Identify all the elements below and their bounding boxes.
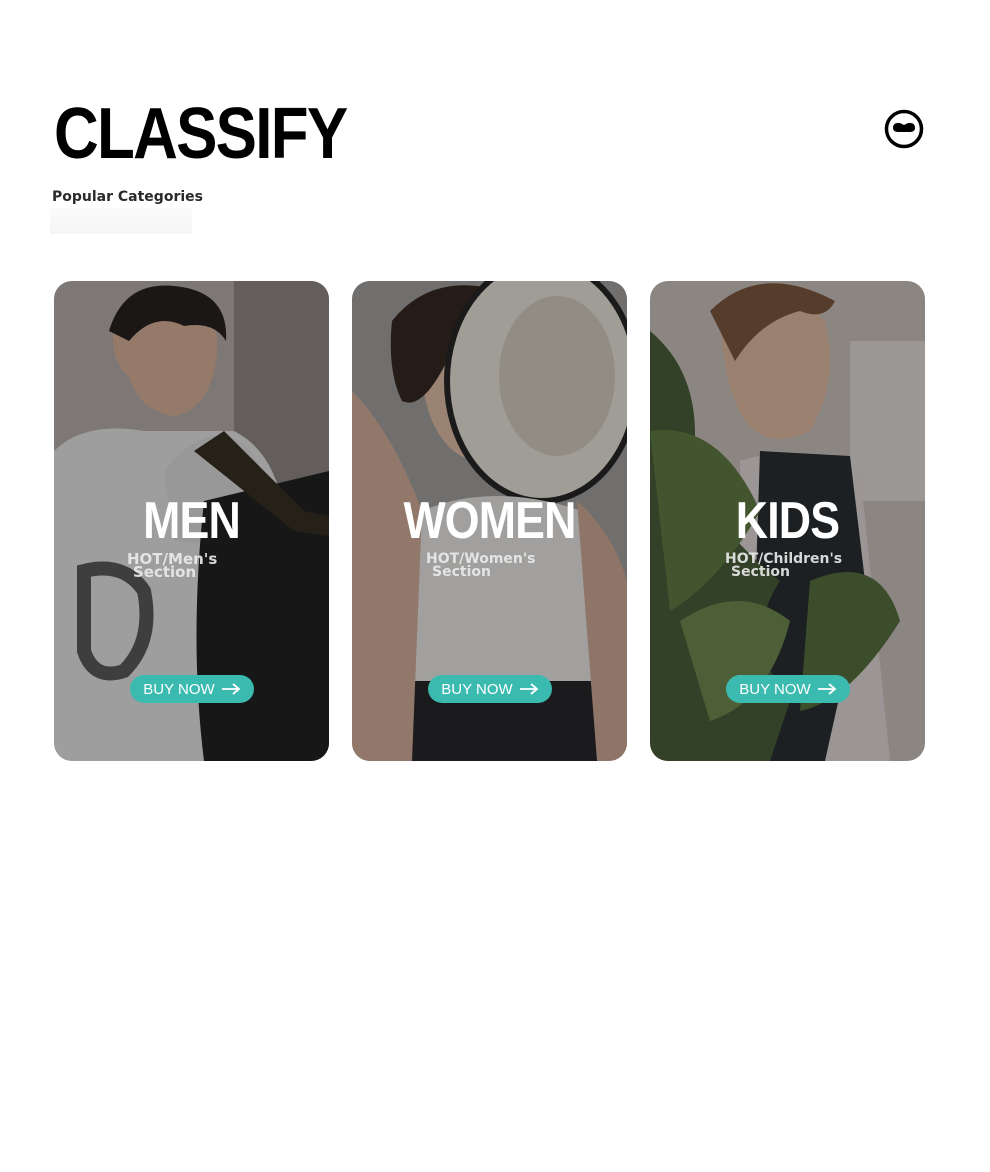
card-subtitle-women: HOT/Women's Section: [426, 552, 556, 580]
card-subtitle-men: HOT/Men's Section: [127, 552, 257, 581]
page-subtitle: Popular Categories: [52, 189, 203, 205]
buy-now-label: BUY NOW: [441, 680, 513, 698]
card-title-men: MEN: [143, 492, 241, 550]
category-card-kids[interactable]: KIDS HOT/Children's Section BUY NOW: [650, 281, 925, 761]
page-header: CLASSIFY Popular Categories: [50, 94, 928, 236]
card-subtitle-line: Section: [133, 563, 197, 581]
arrow-right-icon: [519, 683, 539, 695]
buy-now-button-kids[interactable]: BUY NOW: [726, 675, 850, 703]
subtitle-underlay: [50, 208, 192, 234]
card-title-women: WOMEN: [403, 492, 576, 550]
menu-toggle-button[interactable]: [884, 109, 924, 149]
buy-now-button-women[interactable]: BUY NOW: [428, 675, 552, 703]
menu-toggle-icon: [884, 109, 924, 149]
buy-now-button-men[interactable]: BUY NOW: [130, 675, 254, 703]
category-card-men[interactable]: MEN HOT/Men's Section BUY NOW: [54, 281, 329, 761]
card-title-kids: KIDS: [735, 492, 840, 550]
card-subtitle-line: Section: [432, 564, 491, 580]
category-cards: MEN HOT/Men's Section BUY NOW WOMEN HOT/…: [54, 281, 926, 761]
category-card-women[interactable]: WOMEN HOT/Women's Section BUY NOW: [352, 281, 627, 761]
card-subtitle-kids: HOT/Children's Section: [725, 552, 875, 580]
buy-now-label: BUY NOW: [739, 680, 811, 698]
arrow-right-icon: [817, 683, 837, 695]
arrow-right-icon: [221, 683, 241, 695]
card-subtitle-line: Section: [731, 564, 790, 580]
page-title: CLASSIFY: [54, 94, 348, 174]
buy-now-label: BUY NOW: [143, 680, 215, 698]
